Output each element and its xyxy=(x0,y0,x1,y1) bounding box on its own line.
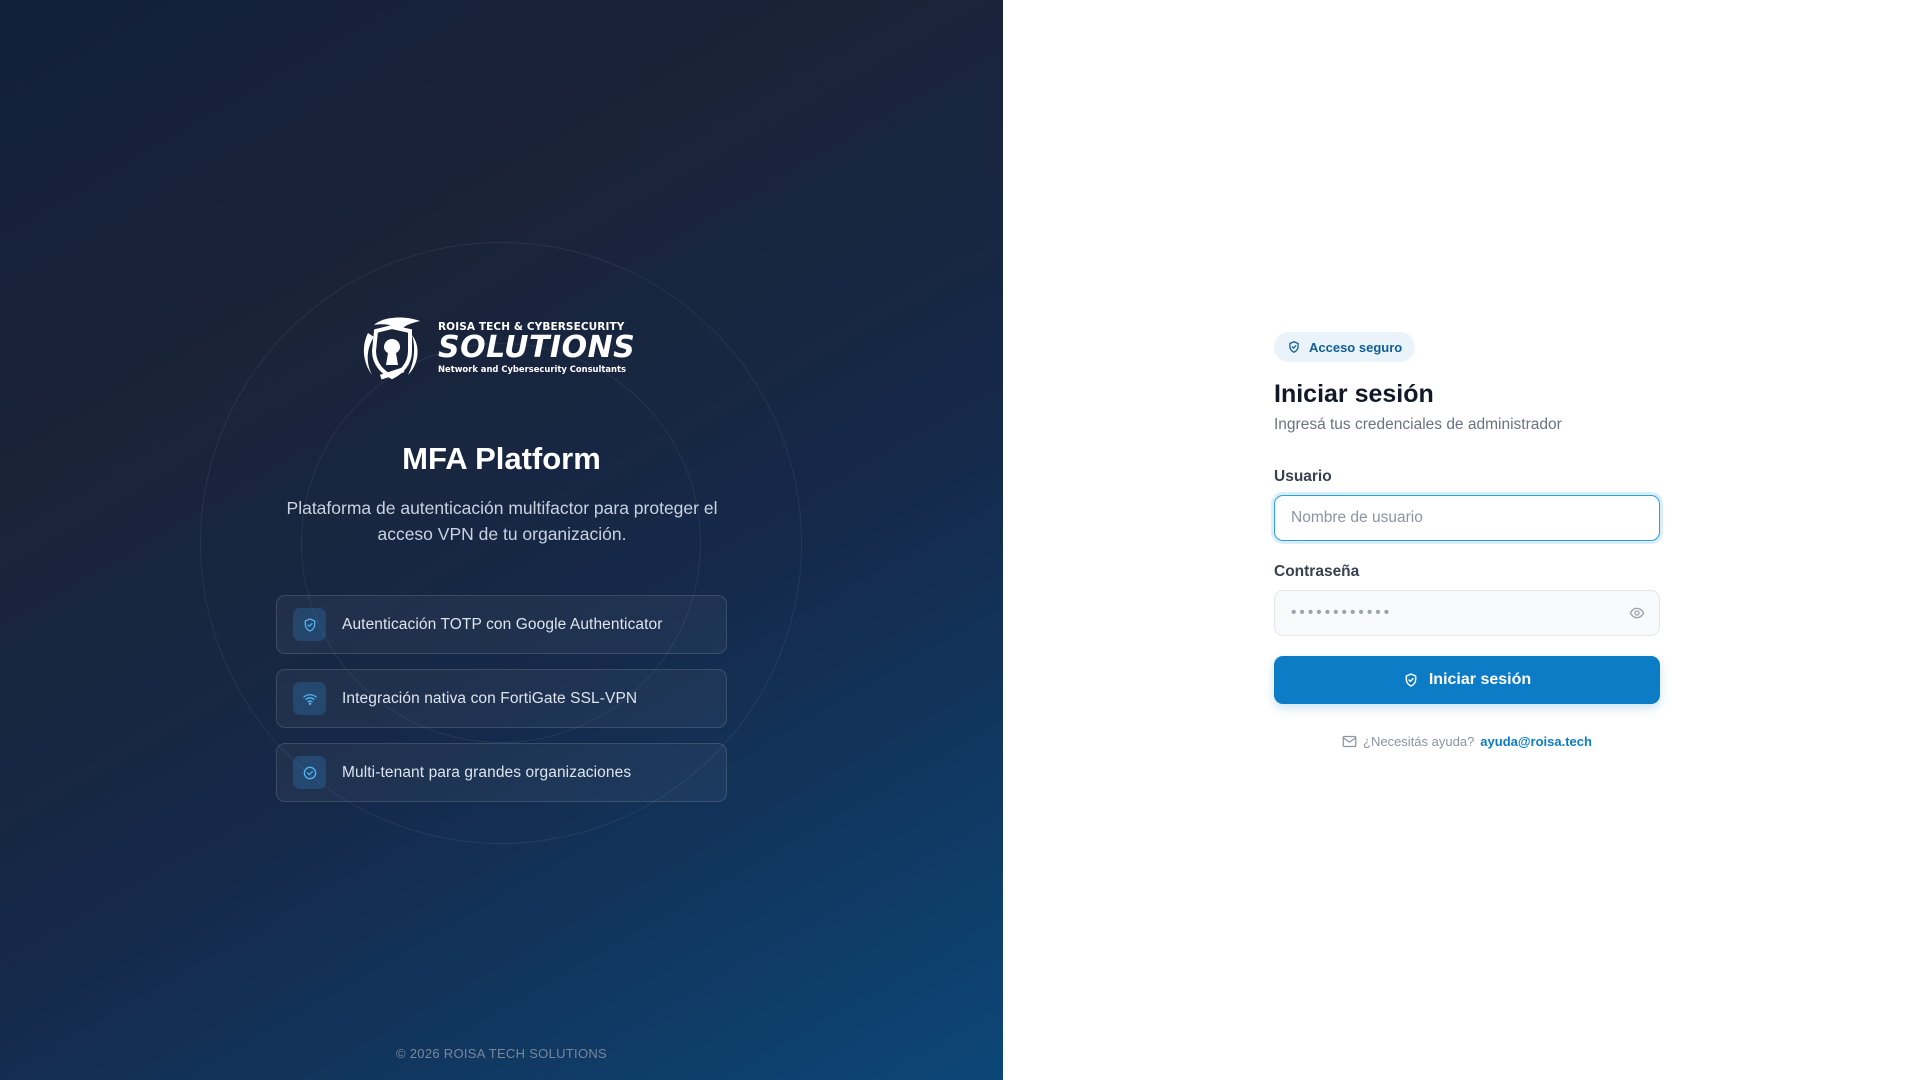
platform-description: Plataforma de autenticación multifactor … xyxy=(286,498,718,544)
feature-label: Integración nativa con FortiGate SSL-VPN xyxy=(342,689,638,707)
copyright-text: © 2026 ROISA TECH SOLUTIONS xyxy=(395,1046,608,1061)
shield-check-icon xyxy=(1289,341,1299,353)
company-logo: ROISA TECH & CYBERSECURITY SOLUTIONS Net… xyxy=(352,311,648,383)
username-input[interactable] xyxy=(1274,495,1660,541)
feature-item-fortigate: Integración nativa con FortiGate SSL-VPN xyxy=(276,669,727,728)
help-row: ¿Necesitás ayuda? ayuda@roisa.tech xyxy=(1274,734,1660,749)
feature-item-totp: Autenticación TOTP con Google Authentica… xyxy=(276,595,727,654)
sign-in-button-label: Iniciar sesión xyxy=(1428,671,1532,688)
secure-access-badge: Acceso seguro xyxy=(1274,332,1415,362)
mail-icon xyxy=(1342,735,1357,748)
password-input[interactable] xyxy=(1274,590,1660,636)
shield-emblem-icon xyxy=(363,317,420,380)
brand-panel: ROISA TECH & CYBERSECURITY SOLUTIONS Net… xyxy=(0,0,1003,1080)
platform-title: MFA Platform xyxy=(402,441,601,476)
feature-label: Autenticación TOTP con Google Authentica… xyxy=(342,615,663,633)
help-email-link[interactable]: ayuda@roisa.tech xyxy=(1480,734,1592,749)
badge-label: Acceso seguro xyxy=(1309,339,1403,355)
shield-check-icon xyxy=(293,608,326,641)
show-password-eye-icon[interactable] xyxy=(1628,605,1646,621)
check-circle-icon xyxy=(293,756,326,789)
logo-tagline-bottom: Network and Cybersecurity Consultants xyxy=(438,363,626,374)
feature-item-multitenant: Multi-tenant para grandes organizaciones xyxy=(276,743,727,802)
username-label: Usuario xyxy=(1274,468,1332,485)
password-label: Contraseña xyxy=(1274,563,1360,580)
login-subtitle: Ingresá tus credenciales de administrado… xyxy=(1274,416,1562,433)
feature-label: Multi-tenant para grandes organizaciones xyxy=(342,763,632,781)
wifi-icon xyxy=(293,682,326,715)
help-text: ¿Necesitás ayuda? xyxy=(1363,734,1475,749)
login-title: Iniciar sesión xyxy=(1274,380,1434,408)
logo-wordmark: SOLUTIONS xyxy=(438,329,636,365)
shield-check-icon xyxy=(1405,673,1417,687)
sign-in-button[interactable]: Iniciar sesión xyxy=(1274,656,1660,704)
